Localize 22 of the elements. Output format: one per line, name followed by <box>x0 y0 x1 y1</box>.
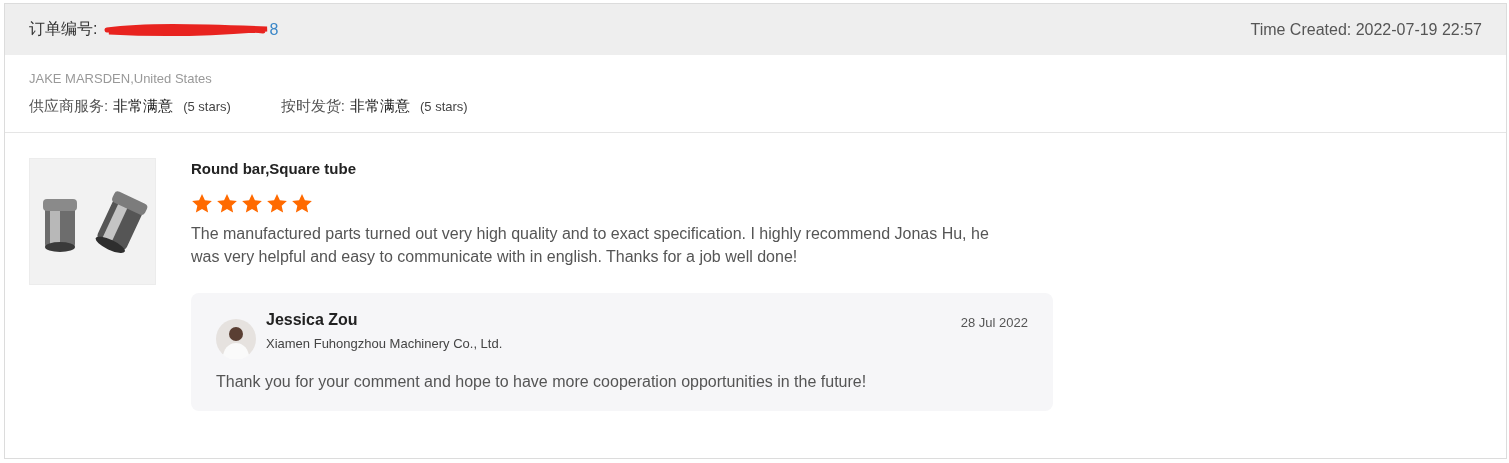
reply-text: Thank you for your comment and hope to have more cooperation opportunities in the future! <box>216 373 868 391</box>
order-label: 订单编号: <box>29 19 98 39</box>
buyer-name: JAKE MARSDEN,United States <box>29 71 213 86</box>
star-icon <box>191 193 213 214</box>
company-name: Xiamen Fuhongzhou Machinery Co., Ltd. <box>266 336 504 351</box>
review-text: The manufactured parts turned out very high quality and to exact specification. I highly recommend Jonas Hu, he was very helpful and easy to communicate with in english. Thanks for a job well done! <box>191 224 990 267</box>
star-icon <box>266 193 288 214</box>
reply-date: 28 Jul 2022 <box>960 315 1028 330</box>
time-created: Time Created: 2022-07-19 22:57 <box>1250 20 1482 39</box>
rating-label: 供应商服务: <box>29 97 109 114</box>
replier-name: Jessica Zou <box>266 311 359 329</box>
rating-stars-text: (5 stars) <box>420 99 468 114</box>
rating-stars-text: (5 stars) <box>183 99 231 114</box>
avatar-icon <box>216 319 256 359</box>
star-icon <box>216 193 238 214</box>
product-name: Round bar,Square tube <box>191 160 357 177</box>
rating-value: 非常满意 <box>113 97 174 114</box>
star-icon <box>241 193 263 214</box>
order-number: 8 <box>269 20 279 39</box>
star-icon <box>291 193 313 214</box>
rating-label: 按时发货: <box>280 97 345 114</box>
rating-value: 非常满意 <box>350 97 410 114</box>
